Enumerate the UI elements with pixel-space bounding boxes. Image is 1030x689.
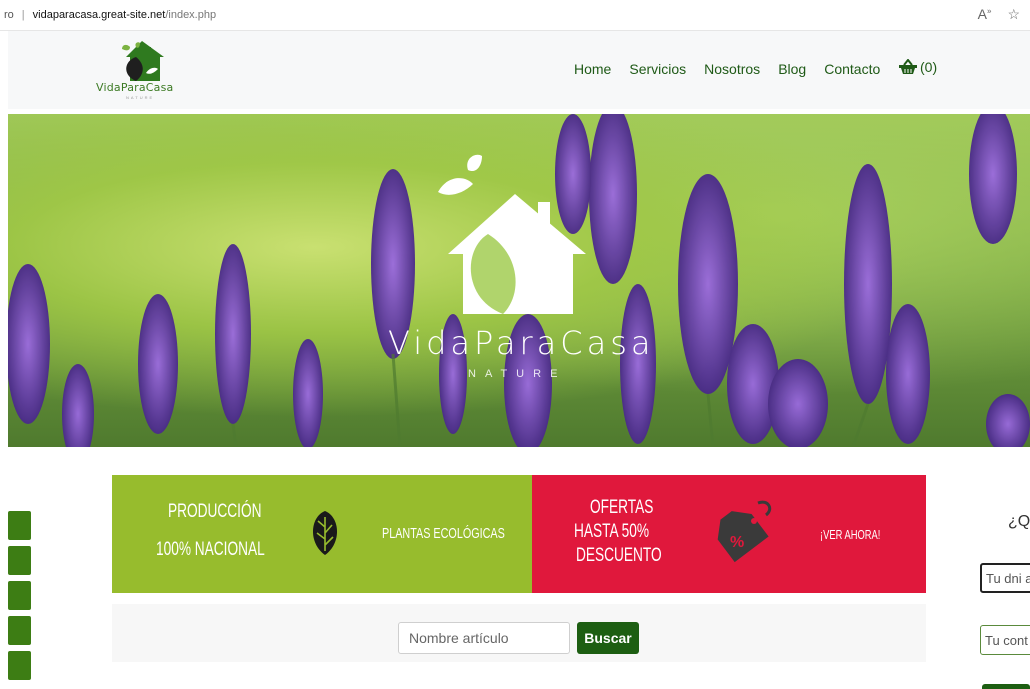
side-tab-1[interactable] xyxy=(8,511,31,540)
hero-banner: VidaParaCasa NATURE xyxy=(8,114,1030,447)
address-separator: | xyxy=(21,9,25,21)
nav-contacto[interactable]: Contacto xyxy=(824,61,880,77)
site-header: VidaParaCasa NATURE Home Servicios Nosot… xyxy=(8,31,1030,109)
promo-green-ecological: PLANTAS ECOLÓGICAS xyxy=(382,525,505,542)
promo-offers[interactable]: OFERTAS HASTA 50% DESCUENTO % ¡VER AHORA… xyxy=(532,475,926,593)
promo-red-line2: HASTA 50% xyxy=(574,521,650,542)
hero-title: VidaParaCasa xyxy=(388,324,655,362)
browser-address-bar[interactable]: ro | vidaparacasa.great-site.net /index.… xyxy=(0,0,1030,31)
logo-text: VidaParaCasa xyxy=(96,81,174,94)
address-bar-actions: A» ☆ xyxy=(978,6,1020,23)
address-prefix: ro xyxy=(4,9,14,21)
main-nav: Home Servicios Nosotros Blog Contacto xyxy=(574,61,880,77)
nav-blog[interactable]: Blog xyxy=(778,61,806,77)
cart-link[interactable]: (0) xyxy=(898,59,937,75)
login-button[interactable] xyxy=(982,684,1030,689)
address-domain[interactable]: vidaparacasa.great-site.net xyxy=(33,9,166,21)
leaf-icon xyxy=(312,511,338,555)
nav-servicios[interactable]: Servicios xyxy=(629,61,686,77)
page: ro | vidaparacasa.great-site.net /index.… xyxy=(0,0,1030,689)
nav-nosotros[interactable]: Nosotros xyxy=(704,61,760,77)
promo-see-now[interactable]: ¡VER AHORA! xyxy=(820,527,880,542)
promo-red-line1: OFERTAS xyxy=(590,497,654,518)
side-tab-5[interactable] xyxy=(8,651,31,680)
read-aloud-icon[interactable]: A» xyxy=(978,6,992,23)
favorite-star-icon[interactable]: ☆ xyxy=(1007,6,1020,23)
nav-home[interactable]: Home xyxy=(574,61,611,77)
password-input[interactable] xyxy=(980,625,1030,655)
side-tab-3[interactable] xyxy=(8,581,31,610)
svg-text:%: % xyxy=(730,534,744,551)
lavender-background-image xyxy=(8,114,1030,447)
search-bar: Buscar xyxy=(112,604,926,662)
promo-green-line1: PRODUCCIÓN xyxy=(168,501,262,522)
dni-input[interactable] xyxy=(980,563,1030,593)
search-input[interactable] xyxy=(398,622,570,654)
hero-subtitle: NATURE xyxy=(468,368,567,380)
promo-red-line3: DESCUENTO xyxy=(576,545,662,566)
basket-icon xyxy=(899,59,917,74)
login-question: ¿Q xyxy=(1008,513,1030,530)
promo-green-line2: 100% NACIONAL xyxy=(156,539,265,560)
search-button[interactable]: Buscar xyxy=(577,622,639,654)
discount-tag-icon: % xyxy=(717,500,772,563)
side-tab-2[interactable] xyxy=(8,546,31,575)
side-tab-4[interactable] xyxy=(8,616,31,645)
cart-count: (0) xyxy=(920,59,938,75)
promo-national-production[interactable]: PRODUCCIÓN 100% NACIONAL PLANTAS ECOLÓGI… xyxy=(112,475,532,593)
logo-subtext: NATURE xyxy=(126,95,155,100)
address-path[interactable]: /index.php xyxy=(165,9,216,21)
